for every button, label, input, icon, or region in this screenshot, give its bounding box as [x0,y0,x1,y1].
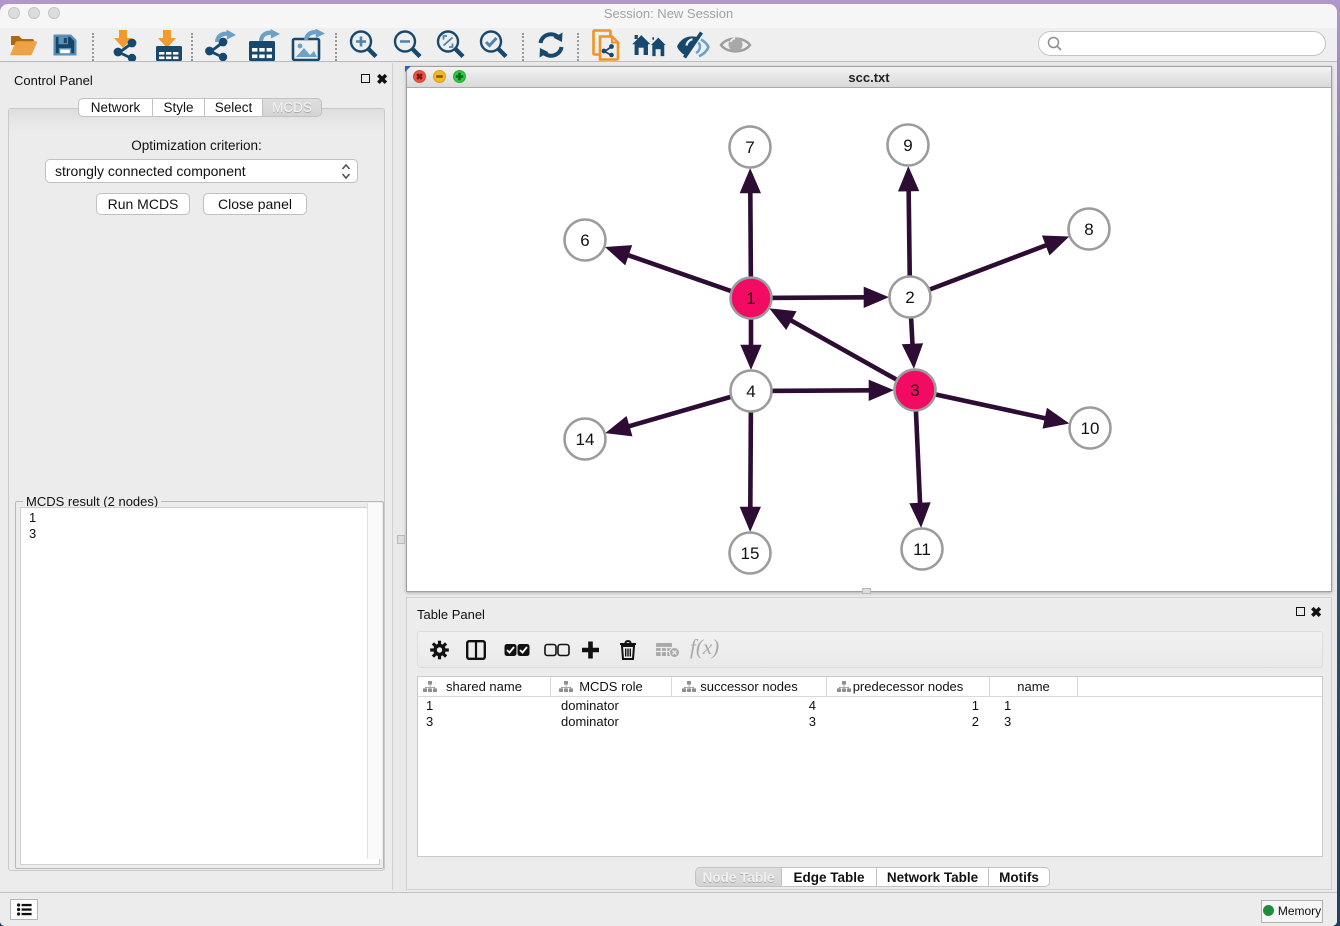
svg-text:1: 1 [746,289,755,308]
svg-text:2: 2 [905,288,914,307]
svg-text:3: 3 [910,381,919,400]
svg-text:15: 15 [741,544,760,563]
svg-text:7: 7 [745,138,754,157]
svg-text:4: 4 [746,382,755,401]
svg-text:9: 9 [903,136,912,155]
svg-text:6: 6 [580,231,589,250]
svg-text:14: 14 [576,430,595,449]
svg-text:10: 10 [1081,419,1100,438]
svg-text:8: 8 [1084,220,1093,239]
svg-text:11: 11 [913,540,931,559]
